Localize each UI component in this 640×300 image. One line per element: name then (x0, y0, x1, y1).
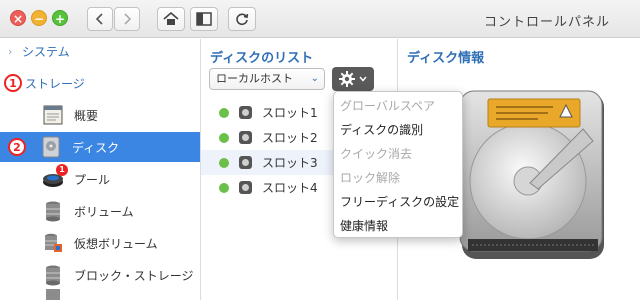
menu-item-quick-erase: クイック消去 (340, 147, 413, 161)
disk-icon (239, 131, 252, 144)
status-ok-icon (219, 182, 229, 193)
block-storage-icon (42, 264, 64, 286)
sidebar-item-label: プール (74, 172, 111, 187)
sidebar-item-pool[interactable]: 1 プール (0, 164, 200, 194)
sidebar-item-partial (0, 289, 200, 300)
slot-label: スロット3 (262, 156, 318, 170)
annotation-marker-1: 1 (4, 74, 22, 92)
pool-icon: 1 (42, 164, 68, 190)
minimize-window-button[interactable]: − (31, 10, 47, 26)
sidebar-toggle-button[interactable] (190, 7, 218, 31)
sidebar-item-label: ボリューム (74, 204, 134, 219)
sidebar-item-virtual-volume[interactable]: 仮想ボリューム (0, 228, 200, 258)
sidebar-item-storage[interactable]: 1 ストレージ (0, 71, 200, 95)
sidebar-icon (196, 12, 212, 26)
disk-icon (239, 181, 252, 194)
sidebar-item-label: 仮想ボリューム (74, 236, 158, 251)
sidebar-item-label: ブロック・ストレージ (74, 268, 194, 283)
home-button[interactable] (157, 7, 185, 31)
sidebar-item-label: システム (22, 44, 70, 59)
chevron-left-icon (95, 13, 103, 25)
chevron-down-icon: ⌄ (310, 73, 319, 84)
disk-icon (239, 156, 252, 169)
disk-info-title: ディスク情報 (407, 51, 485, 66)
status-ok-icon (219, 157, 229, 168)
sidebar-item-volume[interactable]: ボリューム (0, 196, 200, 226)
sidebar-item-system[interactable]: › システム (0, 39, 200, 63)
chevron-down-icon (359, 76, 367, 82)
slot-label: スロット2 (262, 131, 318, 145)
sidebar-item-label: 概要 (74, 108, 99, 123)
sidebar: › システム 1 ストレージ 概要 2 ディスク 1 プール ボリューム 仮想ボ… (0, 39, 201, 300)
sidebar-item-block-storage[interactable]: ブロック・ストレージ (0, 260, 200, 290)
menu-item-identify-disk[interactable]: ディスクの識別 (334, 118, 462, 142)
disk-list-title: ディスクのリスト (210, 51, 314, 66)
annotation-marker-2: 2 (8, 138, 26, 156)
zoom-window-button[interactable]: + (52, 10, 68, 26)
menu-item-unlock: ロック解除 (340, 171, 401, 185)
status-ok-icon (219, 132, 229, 143)
back-button[interactable] (87, 7, 113, 31)
home-icon (163, 12, 179, 25)
chevron-right-icon (124, 13, 132, 25)
slot-label: スロット4 (262, 181, 318, 195)
status-ok-icon (219, 107, 229, 118)
overview-icon (42, 104, 64, 126)
reload-button[interactable] (228, 7, 256, 31)
menu-item-global-spare: グローバルスペア (340, 99, 436, 113)
disk-actions-button[interactable] (332, 67, 374, 91)
menu-item-free-disk-settings[interactable]: フリーディスクの設定 (334, 190, 462, 214)
sidebar-item-label: ディスク (72, 140, 120, 155)
chevron-right-icon: › (8, 44, 13, 58)
close-window-button[interactable]: × (10, 10, 26, 26)
slot-label: スロット1 (262, 106, 318, 120)
disk-icon (40, 136, 62, 158)
sidebar-item-label: ストレージ (25, 76, 85, 91)
host-select-value: ローカルホスト (216, 72, 293, 85)
disk-icon (239, 106, 252, 119)
storage-icon (42, 286, 64, 300)
notification-badge: 1 (56, 164, 68, 176)
menu-item-health-info[interactable]: 健康情報 (334, 214, 462, 238)
sidebar-item-overview[interactable]: 概要 (0, 100, 200, 130)
host-select[interactable]: ローカルホスト ⌄ (209, 68, 325, 90)
title-bar: × − + コントロールパネル (0, 0, 640, 38)
window-title: コントロールパネル (483, 15, 610, 30)
virtual-volume-icon (42, 232, 64, 254)
sidebar-item-disk[interactable]: 2 ディスク (0, 132, 200, 162)
gear-icon (339, 71, 355, 87)
reload-icon (236, 13, 249, 26)
hard-disk-illustration (459, 90, 604, 259)
forward-button[interactable] (114, 7, 140, 31)
volume-icon (42, 200, 64, 222)
disk-actions-menu: グローバルスペア ディスクの識別 クイック消去 ロック解除 フリーディスクの設定… (333, 91, 463, 238)
